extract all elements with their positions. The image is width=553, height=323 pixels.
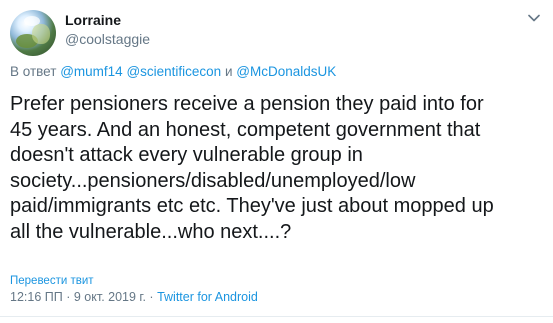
tweet-text-line: Prefer pensioners receive a pension they… xyxy=(10,93,484,115)
meta-separator: · xyxy=(149,290,154,304)
tweet-text: Prefer pensioners receive a pension they… xyxy=(10,92,545,245)
translate-tweet-link[interactable]: Перевести твит xyxy=(10,275,94,287)
reply-conjunction: и xyxy=(224,64,233,79)
chevron-down-icon xyxy=(528,14,540,22)
tweet-text-line: paid/immigrants etc etc. They've just ab… xyxy=(10,195,494,217)
tweet-text-line: 45 years. And an honest, competent gover… xyxy=(10,118,481,141)
tweet-time[interactable]: 12:16 ПП xyxy=(10,290,63,304)
tweet-metadata: 12:16 ПП · 9 окт. 2019 г. · Twitter for … xyxy=(10,290,258,304)
tweet-text-line: doesn't attack every vulnerable group in xyxy=(10,144,363,166)
mention-link[interactable]: @scientificecon xyxy=(126,64,221,79)
reply-prefix: В ответ xyxy=(10,64,57,79)
reply-context: В ответ @mumf14 @scientificecon и @McDon… xyxy=(10,64,336,79)
tweet-text-line: all the vulnerable...who next....? xyxy=(10,220,292,243)
tweet-source-link[interactable]: Twitter for Android xyxy=(157,290,258,304)
tweet-text-line: society...pensioners/disabled/unemployed… xyxy=(10,169,416,192)
divider xyxy=(0,316,553,317)
author-handle[interactable]: @coolstaggie xyxy=(65,31,150,47)
tweet-menu-button[interactable] xyxy=(525,9,543,27)
mention-link[interactable]: @McDonaldsUK xyxy=(236,64,336,79)
mention-link[interactable]: @mumf14 xyxy=(60,64,122,79)
author-display-name[interactable]: Lorraine xyxy=(65,12,121,28)
tweet-date[interactable]: 9 окт. 2019 г. xyxy=(74,290,146,304)
avatar[interactable] xyxy=(10,10,56,56)
meta-separator: · xyxy=(66,290,71,304)
